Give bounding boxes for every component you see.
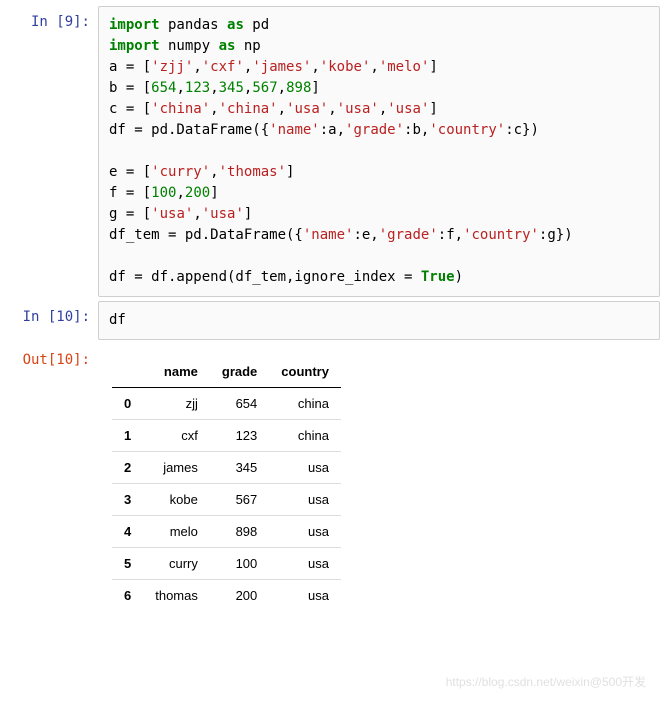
table-row: 5curry100usa [112,548,341,580]
col-grade: grade [210,356,269,388]
dataframe-output: name grade country 0zjj654china 1cxf123c… [98,344,660,619]
output-cell-10: Out[10]: name grade country 0zjj654china… [6,344,660,619]
watermark: https://blog.csdn.net/weixin@500开发 [446,673,646,690]
table-row: 0zjj654china [112,388,341,420]
code-input-10[interactable]: df [98,301,660,340]
table-row: 4melo898usa [112,516,341,548]
table-row: 1cxf123china [112,420,341,452]
col-name: name [143,356,210,388]
in-prompt-9: In [9]: [6,6,98,297]
table-row: 2james345usa [112,452,341,484]
index-header [112,356,143,388]
code-input-9[interactable]: import pandas as pd import numpy as np a… [98,6,660,297]
code-cell-9: In [9]: import pandas as pd import numpy… [6,6,660,297]
table-row: 6thomas200usa [112,580,341,612]
code-cell-10: In [10]: df [6,301,660,340]
out-prompt-10: Out[10]: [6,344,98,619]
in-prompt-10: In [10]: [6,301,98,340]
col-country: country [269,356,341,388]
table-row: 3kobe567usa [112,484,341,516]
dataframe-table: name grade country 0zjj654china 1cxf123c… [112,356,341,611]
